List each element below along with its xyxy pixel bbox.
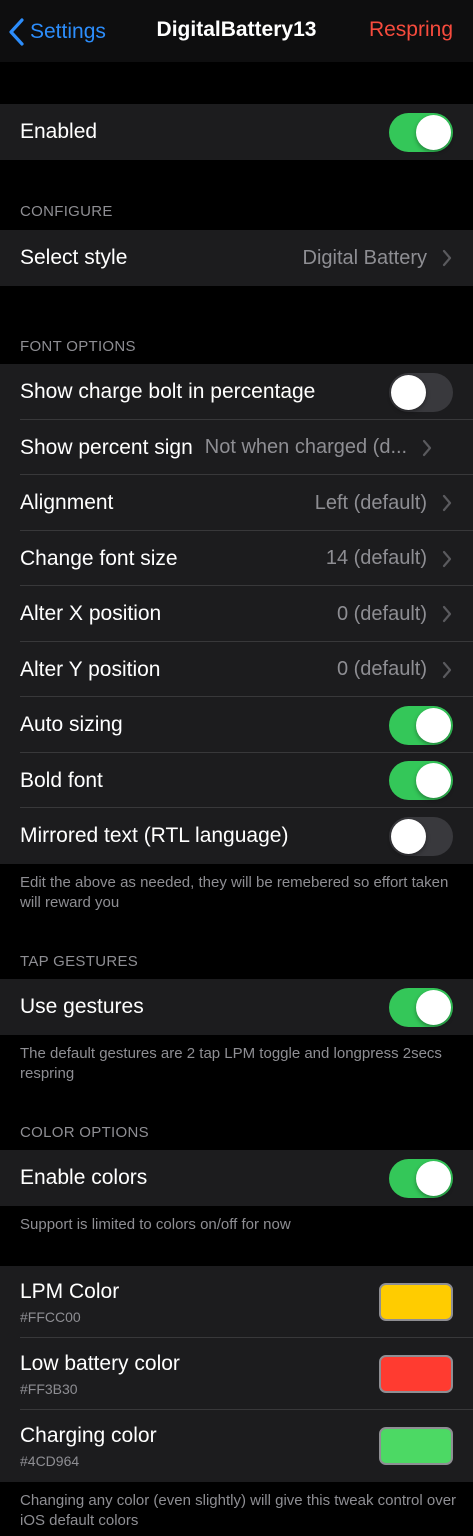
chevron-right-icon xyxy=(442,605,452,623)
toggle-knob xyxy=(416,707,451,743)
toggle-knob xyxy=(416,989,451,1025)
auto-sizing-label: Auto sizing xyxy=(20,713,123,736)
configure-header: CONFIGURE xyxy=(20,203,113,220)
bold-font-label: Bold font xyxy=(20,768,103,792)
bold-font-toggle[interactable] xyxy=(389,761,453,800)
lpm-color-swatch[interactable] xyxy=(379,1283,453,1321)
auto-sizing-row: Auto sizing xyxy=(0,697,473,753)
chevron-right-icon xyxy=(423,439,432,456)
enable-colors-row: Enable colors xyxy=(0,1150,473,1206)
show-bolt-label: Show charge bolt in percentage xyxy=(20,380,316,403)
color-options-header: COLOR OPTIONS xyxy=(20,1124,149,1141)
charging-color-swatch[interactable] xyxy=(379,1427,453,1465)
lpm-color-row[interactable]: LPM Color #FFCC00 xyxy=(0,1266,473,1338)
chevron-left-icon xyxy=(9,18,24,46)
lpm-color-label: LPM Color xyxy=(20,1279,120,1303)
charging-color-row[interactable]: Charging color #4CD964 xyxy=(0,1410,473,1482)
y-position-label: Alter Y position xyxy=(20,657,161,681)
x-position-value: 0 (default) xyxy=(336,602,427,625)
alignment-label: Alignment xyxy=(20,491,114,514)
toggle-knob xyxy=(416,114,451,150)
percent-sign-label: Show percent sign xyxy=(20,435,193,459)
charging-color-label: Charging color xyxy=(20,1423,157,1447)
low-battery-color-hex: #FF3B30 xyxy=(20,1380,78,1397)
chevron-right-icon xyxy=(442,661,452,678)
chevron-right-icon xyxy=(442,494,452,512)
enabled-row: Enabled xyxy=(0,104,473,160)
use-gestures-label: Use gestures xyxy=(20,995,144,1018)
select-style-value: Digital Battery xyxy=(302,246,428,269)
tap-gestures-header: TAP GESTURES xyxy=(20,953,139,970)
show-bolt-row: Show charge bolt in percentage xyxy=(0,364,473,420)
font-size-value: 14 (default) xyxy=(325,547,427,569)
charging-color-hex: #4CD964 xyxy=(20,1452,80,1469)
percent-sign-row[interactable]: Show percent sign Not when charged (d... xyxy=(0,420,473,475)
select-style-label: Select style xyxy=(20,246,128,269)
colors-footer: Changing any color (even slightly) will … xyxy=(20,1492,457,1529)
bold-font-row: Bold font xyxy=(0,753,473,808)
enabled-label: Enabled xyxy=(20,120,98,143)
auto-sizing-toggle[interactable] xyxy=(389,705,453,745)
enable-colors-label: Enable colors xyxy=(20,1166,148,1189)
enabled-toggle[interactable] xyxy=(389,112,453,152)
mirrored-text-toggle[interactable] xyxy=(389,816,453,856)
y-position-value: 0 (default) xyxy=(336,658,427,680)
x-position-label: Alter X position xyxy=(20,602,162,625)
alignment-value: Left (default) xyxy=(314,491,427,514)
toggle-knob xyxy=(391,818,426,854)
mirrored-text-label: Mirrored text (RTL language) xyxy=(20,824,289,847)
enable-colors-toggle[interactable] xyxy=(389,1158,453,1198)
show-bolt-toggle[interactable] xyxy=(389,372,453,412)
use-gestures-row: Use gestures xyxy=(0,979,473,1035)
percent-sign-value: Not when charged (d... xyxy=(204,436,408,458)
low-battery-color-row[interactable]: Low battery color #FF3B30 xyxy=(0,1338,473,1410)
navigation-bar: Settings DigitalBattery13 Respring xyxy=(0,0,473,62)
font-options-footer: Edit the above as needed, they will be r… xyxy=(20,874,449,911)
toggle-knob xyxy=(416,763,451,798)
color-options-footer: Support is limited to colors on/off for … xyxy=(20,1216,291,1233)
respring-button[interactable]: Respring xyxy=(369,18,453,42)
back-button-label: Settings xyxy=(30,20,106,43)
font-size-label: Change font size xyxy=(20,546,178,570)
font-options-header: FONT OPTIONS xyxy=(20,338,136,355)
x-position-row[interactable]: Alter X position 0 (default) xyxy=(0,586,473,642)
toggle-knob xyxy=(391,374,426,410)
low-battery-color-swatch[interactable] xyxy=(379,1355,453,1393)
use-gestures-toggle[interactable] xyxy=(389,987,453,1027)
low-battery-color-label: Low battery color xyxy=(20,1351,180,1375)
toggle-knob xyxy=(416,1160,451,1196)
y-position-row[interactable]: Alter Y position 0 (default) xyxy=(0,642,473,697)
chevron-right-icon xyxy=(442,550,452,567)
font-size-row[interactable]: Change font size 14 (default) xyxy=(0,531,473,586)
alignment-row[interactable]: Alignment Left (default) xyxy=(0,475,473,531)
tap-gestures-footer: The default gestures are 2 tap LPM toggl… xyxy=(20,1045,442,1082)
lpm-color-hex: #FFCC00 xyxy=(20,1308,81,1325)
mirrored-text-row: Mirrored text (RTL language) xyxy=(0,808,473,864)
select-style-row[interactable]: Select style Digital Battery xyxy=(0,230,473,286)
chevron-right-icon xyxy=(442,249,452,267)
back-button[interactable]: Settings xyxy=(8,16,106,48)
